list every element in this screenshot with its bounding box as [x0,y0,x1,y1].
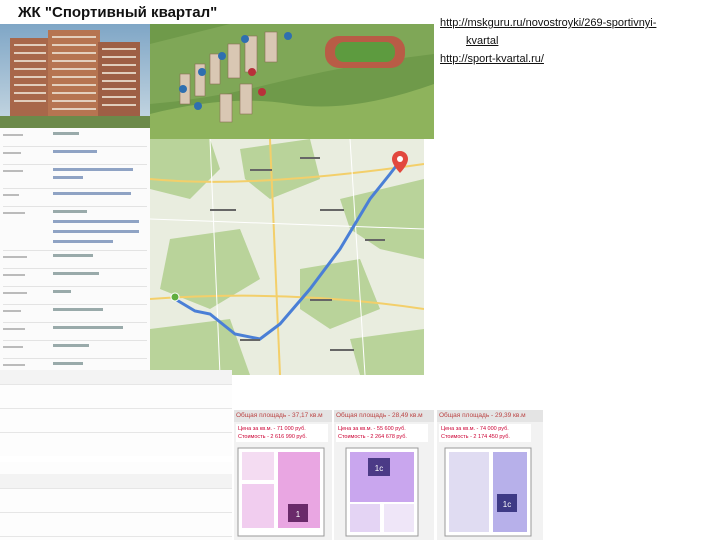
rooms-badge: 1с [503,500,511,509]
one-room-apartments-table [0,462,232,540]
link-mskguru-cont[interactable]: kvartal [440,32,715,50]
page-title: ЖК "Спортивный квартал" [18,4,218,21]
rooms-badge: 1с [375,464,383,473]
floor-plan-1[interactable]: Общая площадь - 37,17 кв.м Цена за кв.м.… [234,410,332,540]
aerial-masterplan-image [150,24,434,139]
plan-price-sqm: Цена за кв.м. - 55 600 руб. [338,426,406,432]
plan-area: Общая площадь - 29,39 кв.м [437,410,543,422]
plan-price-sqm: Цена за кв.м. - 74 000 руб. [441,426,509,432]
plan-total-price: Стоимость - 2 174 450 руб. [441,434,510,440]
plan-price-sqm: Цена за кв.м. - 71 000 руб. [238,426,306,432]
link-sport-kvartal[interactable]: http://sport-kvartal.ru/ [440,50,715,68]
building-render-image [0,24,150,129]
plan-area: Общая площадь - 37,17 кв.м [234,410,332,422]
link-mskguru[interactable]: http://mskguru.ru/novostroyki/269-sporti… [440,14,715,32]
plan-total-price: Стоимость - 2 264 678 руб. [338,434,407,440]
complex-info-table [0,128,150,378]
source-links: http://mskguru.ru/novostroyki/269-sporti… [440,14,715,68]
plan-total-price: Стоимость - 2 616 990 руб. [238,434,307,440]
start-marker-icon [170,292,180,302]
location-map[interactable] [150,139,424,375]
rooms-badge: 1 [296,510,301,519]
floor-plan-2[interactable]: Общая площадь - 28,49 кв.м Цена за кв.м.… [334,410,434,540]
plan-area: Общая площадь - 28,49 кв.м [334,410,434,422]
studio-apartments-table [0,370,232,456]
floor-plan-3[interactable]: Общая площадь - 29,39 кв.м Цена за кв.м.… [437,410,543,540]
